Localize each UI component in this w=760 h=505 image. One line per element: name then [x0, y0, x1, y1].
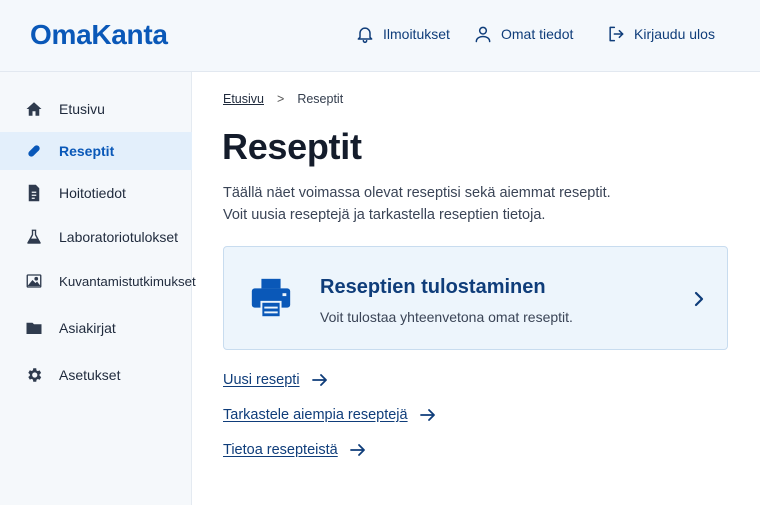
flask-icon — [24, 227, 44, 247]
document-icon — [24, 183, 44, 203]
intro-text: Täällä näet voimassa olevat reseptisi se… — [223, 182, 703, 226]
gear-icon — [24, 365, 44, 385]
intro-line-1: Täällä näet voimassa olevat reseptisi se… — [223, 185, 611, 201]
previous-prescriptions-link[interactable]: Tarkastele aiempia reseptejä — [223, 407, 436, 423]
sidebar-item-label: Hoitotiedot — [59, 185, 126, 201]
image-icon — [24, 271, 44, 291]
new-prescription-link[interactable]: Uusi resepti — [223, 372, 328, 388]
sidebar-item-label: Reseptit — [59, 143, 115, 159]
profile-label: Omat tiedot — [501, 26, 574, 42]
arrow-right-icon — [419, 409, 435, 421]
breadcrumb-home-link[interactable]: Etusivu — [223, 92, 264, 106]
sidebar-item-label: Kuvantamistutkimukset — [59, 273, 196, 289]
sidebar-nav: Etusivu Reseptit Hoitotiedot Laboratorio… — [0, 72, 196, 505]
pill-icon — [24, 141, 44, 161]
arrow-right-icon — [311, 374, 327, 386]
notifications-label: Ilmoitukset — [383, 26, 450, 42]
sidebar-item-label: Etusivu — [59, 101, 105, 117]
top-header: OmaKanta Ilmoitukset Omat tiedot Kirjaud… — [0, 0, 760, 72]
printer-icon — [251, 278, 291, 319]
sidebar-item-label: Asiakirjat — [59, 320, 116, 336]
prescription-info-link[interactable]: Tietoa resepteistä — [223, 442, 366, 458]
sidebar-item-label: Asetukset — [59, 367, 121, 383]
sidebar-item-asiakirjat[interactable]: Asiakirjat — [0, 309, 192, 347]
folder-icon — [24, 318, 44, 338]
print-prescriptions-card[interactable]: Reseptien tulostaminen Voit tulostaa yht… — [223, 246, 728, 350]
link-label: Tarkastele aiempia reseptejä — [223, 407, 408, 423]
page-title: Reseptit — [222, 126, 362, 167]
notifications-link[interactable]: Ilmoitukset — [355, 24, 450, 44]
logout-link[interactable]: Kirjaudu ulos — [606, 24, 715, 44]
breadcrumb-separator-icon: > — [277, 92, 285, 106]
sidebar-item-asetukset[interactable]: Asetukset — [0, 356, 192, 394]
home-icon — [24, 99, 44, 119]
logout-icon — [609, 26, 624, 42]
user-icon — [475, 26, 491, 43]
logout-label: Kirjaudu ulos — [634, 26, 715, 42]
link-label: Tietoa resepteistä — [223, 442, 338, 458]
link-label: Uusi resepti — [223, 372, 300, 388]
print-card-description: Voit tulostaa yhteenvetona omat reseptit… — [320, 309, 573, 325]
chevron-right-icon — [694, 291, 704, 307]
breadcrumb-current: Reseptit — [297, 92, 344, 106]
bell-icon — [357, 27, 373, 44]
omakanta-logo[interactable]: OmaKanta — [30, 19, 168, 51]
arrow-right-icon — [349, 444, 365, 456]
print-card-title: Reseptien tulostaminen — [320, 276, 546, 298]
sidebar-item-hoitotiedot[interactable]: Hoitotiedot — [0, 174, 192, 212]
sidebar-item-label: Laboratoriotulokset — [59, 229, 179, 245]
sidebar-item-etusivu[interactable]: Etusivu — [0, 90, 192, 128]
sidebar-item-reseptit[interactable]: Reseptit — [0, 132, 192, 170]
sidebar-item-laboratoriotulokset[interactable]: Laboratoriotulokset — [0, 218, 192, 256]
profile-link[interactable]: Omat tiedot — [473, 24, 573, 44]
intro-line-2: Voit uusia reseptejä ja tarkastella rese… — [223, 207, 546, 223]
sidebar-item-kuvantamistutkimukset[interactable]: Kuvantamistutkimukset — [0, 262, 196, 300]
breadcrumb: Etusivu > Reseptit — [223, 92, 343, 106]
